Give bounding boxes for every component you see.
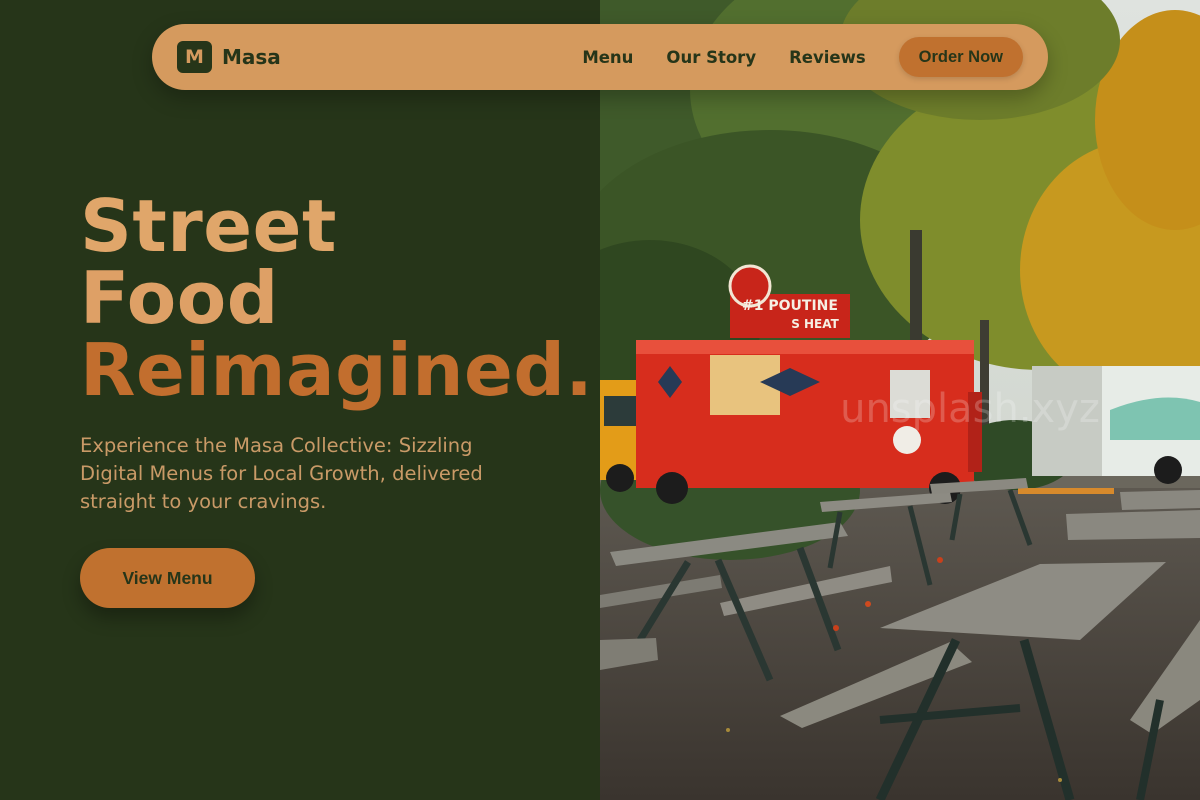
nav-link-reviews[interactable]: Reviews bbox=[789, 48, 866, 67]
nav-link-our-story[interactable]: Our Story bbox=[666, 48, 756, 67]
hero-description: Experience the Masa Collective: Sizzling… bbox=[80, 434, 483, 513]
order-now-button[interactable]: Order Now bbox=[898, 37, 1023, 77]
logo-mark: M bbox=[177, 41, 212, 73]
hero-title-line-2: Food bbox=[80, 256, 279, 340]
brand[interactable]: M Masa bbox=[177, 41, 281, 73]
hero-photo: #1 POUTINE S HEAT unsplash.xyz bbox=[600, 0, 1200, 800]
nav-link-menu[interactable]: Menu bbox=[582, 48, 633, 67]
brand-name: Masa bbox=[222, 45, 281, 69]
navbar: M Masa Menu Our Story Reviews Order Now bbox=[152, 24, 1048, 90]
truck-sign-line-2: S HEAT bbox=[791, 317, 839, 331]
nav-links: Menu Our Story Reviews Order Now bbox=[582, 37, 1023, 77]
hero-title-line-3: Reimagined. bbox=[80, 328, 594, 412]
hero-title-line-1: Street bbox=[80, 184, 337, 268]
truck-sign-line-1: #1 POUTINE bbox=[742, 298, 838, 314]
photo-watermark: unsplash.xyz bbox=[840, 386, 1100, 432]
hero-title: Street Food Reimagined. bbox=[80, 190, 593, 406]
view-menu-button[interactable]: View Menu bbox=[80, 548, 255, 608]
